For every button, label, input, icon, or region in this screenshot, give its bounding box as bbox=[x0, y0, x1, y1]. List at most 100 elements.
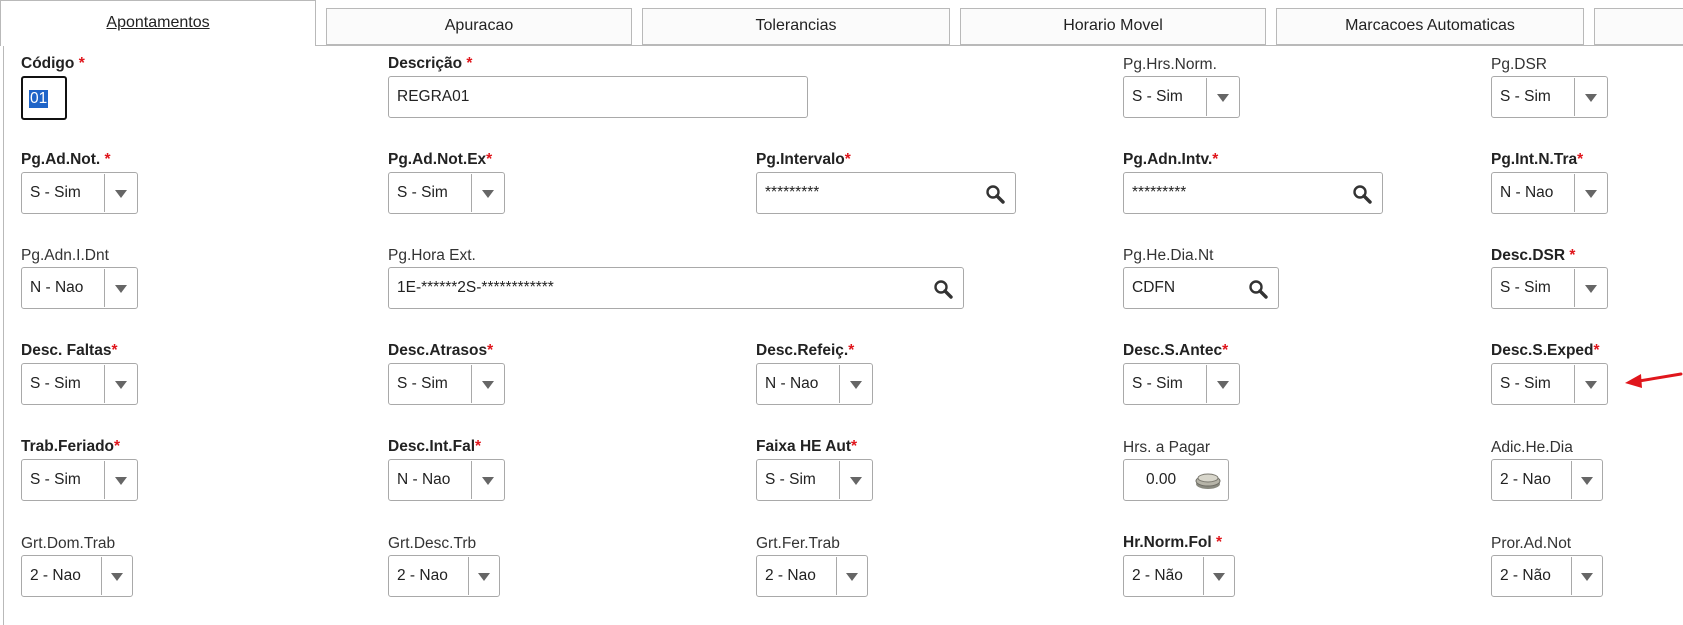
desc-s-exped-select[interactable]: S - Sim bbox=[1491, 363, 1608, 405]
pg-he-dia-nt-field[interactable]: CDFN bbox=[1123, 267, 1279, 309]
chevron-down-icon bbox=[482, 477, 494, 485]
codigo-label: Código * bbox=[21, 55, 85, 72]
descricao-field[interactable]: REGRA01 bbox=[388, 76, 808, 118]
chevron-down-icon bbox=[482, 190, 494, 198]
grt-fer-trab-select[interactable]: 2 - Nao bbox=[756, 555, 868, 597]
tab-label: Marcacoes Automaticas bbox=[1345, 17, 1515, 34]
tab-label: Apuracao bbox=[444, 17, 514, 34]
chevron-down-icon bbox=[478, 573, 490, 581]
search-icon[interactable] bbox=[985, 184, 1005, 204]
chevron-down-icon bbox=[1217, 381, 1229, 389]
field-value: ********* bbox=[765, 184, 820, 201]
select-value: S - Sim bbox=[397, 375, 448, 392]
chevron-down-icon bbox=[115, 285, 127, 293]
money-icon[interactable] bbox=[1194, 472, 1222, 490]
adic-he-dia-label: Adic.He.Dia bbox=[1491, 439, 1573, 456]
select-value: 2 - Não bbox=[1500, 567, 1551, 584]
hr-norm-fol-select[interactable]: 2 - Não bbox=[1123, 555, 1235, 597]
chevron-down-icon bbox=[1585, 94, 1597, 102]
chevron-down-icon bbox=[1581, 573, 1593, 581]
desc-atrasos-select[interactable]: S - Sim bbox=[388, 363, 505, 405]
tab-label: Horario Movel bbox=[1063, 17, 1163, 34]
tab-tolerancias[interactable]: Tolerancias bbox=[642, 8, 950, 45]
chevron-down-icon bbox=[482, 381, 494, 389]
pg-hrs-norm-select[interactable]: S - Sim bbox=[1123, 76, 1240, 118]
pg-int-n-tra-label: Pg.Int.N.Tra* bbox=[1491, 151, 1584, 168]
grt-dom-trab-select[interactable]: 2 - Nao bbox=[21, 555, 133, 597]
desc-s-exped-label: Desc.S.Exped* bbox=[1491, 342, 1600, 359]
pg-hora-ext-label: Pg.Hora Ext. bbox=[388, 247, 476, 264]
hr-norm-fol-label: Hr.Norm.Fol * bbox=[1123, 534, 1223, 551]
trab-feriado-label: Trab.Feriado* bbox=[21, 438, 121, 455]
desc-faltas-label: Desc. Faltas* bbox=[21, 342, 118, 359]
select-value: S - Sim bbox=[1132, 375, 1183, 392]
tab-apuracao[interactable]: Apuracao bbox=[326, 8, 632, 45]
form-panel bbox=[3, 45, 1683, 625]
desc-int-fal-label: Desc.Int.Fal* bbox=[388, 438, 482, 455]
select-value: N - Nao bbox=[30, 279, 84, 296]
grt-desc-trb-select[interactable]: 2 - Nao bbox=[388, 555, 500, 597]
grt-dom-trab-label: Grt.Dom.Trab bbox=[21, 535, 116, 552]
search-icon[interactable] bbox=[1352, 184, 1372, 204]
tab-apontamentos[interactable]: Apontamentos bbox=[0, 0, 316, 46]
pg-he-dia-nt-label: Pg.He.Dia.Nt bbox=[1123, 247, 1214, 264]
desc-dsr-label: Desc.DSR * bbox=[1491, 247, 1576, 264]
select-value: 2 - Nao bbox=[397, 567, 448, 584]
select-value: S - Sim bbox=[30, 375, 81, 392]
pror-ad-not-select[interactable]: 2 - Não bbox=[1491, 555, 1603, 597]
tab-marcacoes-automaticas[interactable]: Marcacoes Automaticas bbox=[1276, 8, 1584, 45]
select-value: 2 - Não bbox=[1132, 567, 1183, 584]
descricao-value: REGRA01 bbox=[397, 88, 470, 105]
pg-ad-not-ex-select[interactable]: S - Sim bbox=[388, 172, 505, 214]
pg-adn-intv-field[interactable]: ********* bbox=[1123, 172, 1383, 214]
search-icon[interactable] bbox=[1248, 279, 1268, 299]
chevron-down-icon bbox=[1585, 190, 1597, 198]
chevron-down-icon bbox=[1217, 94, 1229, 102]
desc-dsr-select[interactable]: S - Sim bbox=[1491, 267, 1608, 309]
select-value: S - Sim bbox=[1500, 375, 1551, 392]
desc-s-antec-label: Desc.S.Antec* bbox=[1123, 342, 1229, 359]
grt-fer-trab-label: Grt.Fer.Trab bbox=[756, 535, 840, 552]
chevron-down-icon bbox=[850, 381, 862, 389]
trab-feriado-select[interactable]: S - Sim bbox=[21, 459, 138, 501]
grt-desc-trb-label: Grt.Desc.Trb bbox=[388, 535, 477, 552]
field-value: ********* bbox=[1132, 184, 1187, 201]
field-value: 0.00 bbox=[1146, 471, 1177, 488]
tab-label: Tolerancias bbox=[755, 17, 837, 34]
select-value: S - Sim bbox=[30, 184, 81, 201]
chevron-down-icon bbox=[1213, 573, 1225, 581]
tab-more[interactable] bbox=[1594, 8, 1683, 45]
codigo-field[interactable]: 01 bbox=[21, 76, 67, 120]
search-icon[interactable] bbox=[933, 279, 953, 299]
desc-refeic-select[interactable]: N - Nao bbox=[756, 363, 873, 405]
chevron-down-icon bbox=[111, 573, 123, 581]
hrs-a-pagar-field[interactable]: 0.00 bbox=[1123, 459, 1229, 501]
chevron-down-icon bbox=[846, 573, 858, 581]
pg-dsr-select[interactable]: S - Sim bbox=[1491, 76, 1608, 118]
desc-atrasos-label: Desc.Atrasos* bbox=[388, 342, 494, 359]
chevron-down-icon bbox=[1585, 285, 1597, 293]
pg-adn-i-dnt-select[interactable]: N - Nao bbox=[21, 267, 138, 309]
field-value: 1E-******2S-************ bbox=[397, 279, 554, 296]
faixa-he-aut-select[interactable]: S - Sim bbox=[756, 459, 873, 501]
chevron-down-icon bbox=[115, 190, 127, 198]
adic-he-dia-select[interactable]: 2 - Nao bbox=[1491, 459, 1603, 501]
desc-s-antec-select[interactable]: S - Sim bbox=[1123, 363, 1240, 405]
select-value: S - Sim bbox=[1500, 279, 1551, 296]
tab-bar: Apontamentos Apuracao Tolerancias Horari… bbox=[0, 0, 1683, 46]
pg-adn-intv-label: Pg.Adn.Intv.* bbox=[1123, 151, 1219, 168]
select-value: N - Nao bbox=[397, 471, 451, 488]
tab-horario-movel[interactable]: Horario Movel bbox=[960, 8, 1266, 45]
desc-faltas-select[interactable]: S - Sim bbox=[21, 363, 138, 405]
chevron-down-icon bbox=[1581, 477, 1593, 485]
desc-int-fal-select[interactable]: N - Nao bbox=[388, 459, 505, 501]
select-value: 2 - Nao bbox=[1500, 471, 1551, 488]
pg-int-n-tra-select[interactable]: N - Nao bbox=[1491, 172, 1608, 214]
select-value: S - Sim bbox=[765, 471, 816, 488]
pg-intervalo-field[interactable]: ********* bbox=[756, 172, 1016, 214]
select-value: 2 - Nao bbox=[30, 567, 81, 584]
pg-hora-ext-field[interactable]: 1E-******2S-************ bbox=[388, 267, 964, 309]
descricao-label: Descrição * bbox=[388, 55, 473, 72]
chevron-down-icon bbox=[850, 477, 862, 485]
pg-ad-not-select[interactable]: S - Sim bbox=[21, 172, 138, 214]
